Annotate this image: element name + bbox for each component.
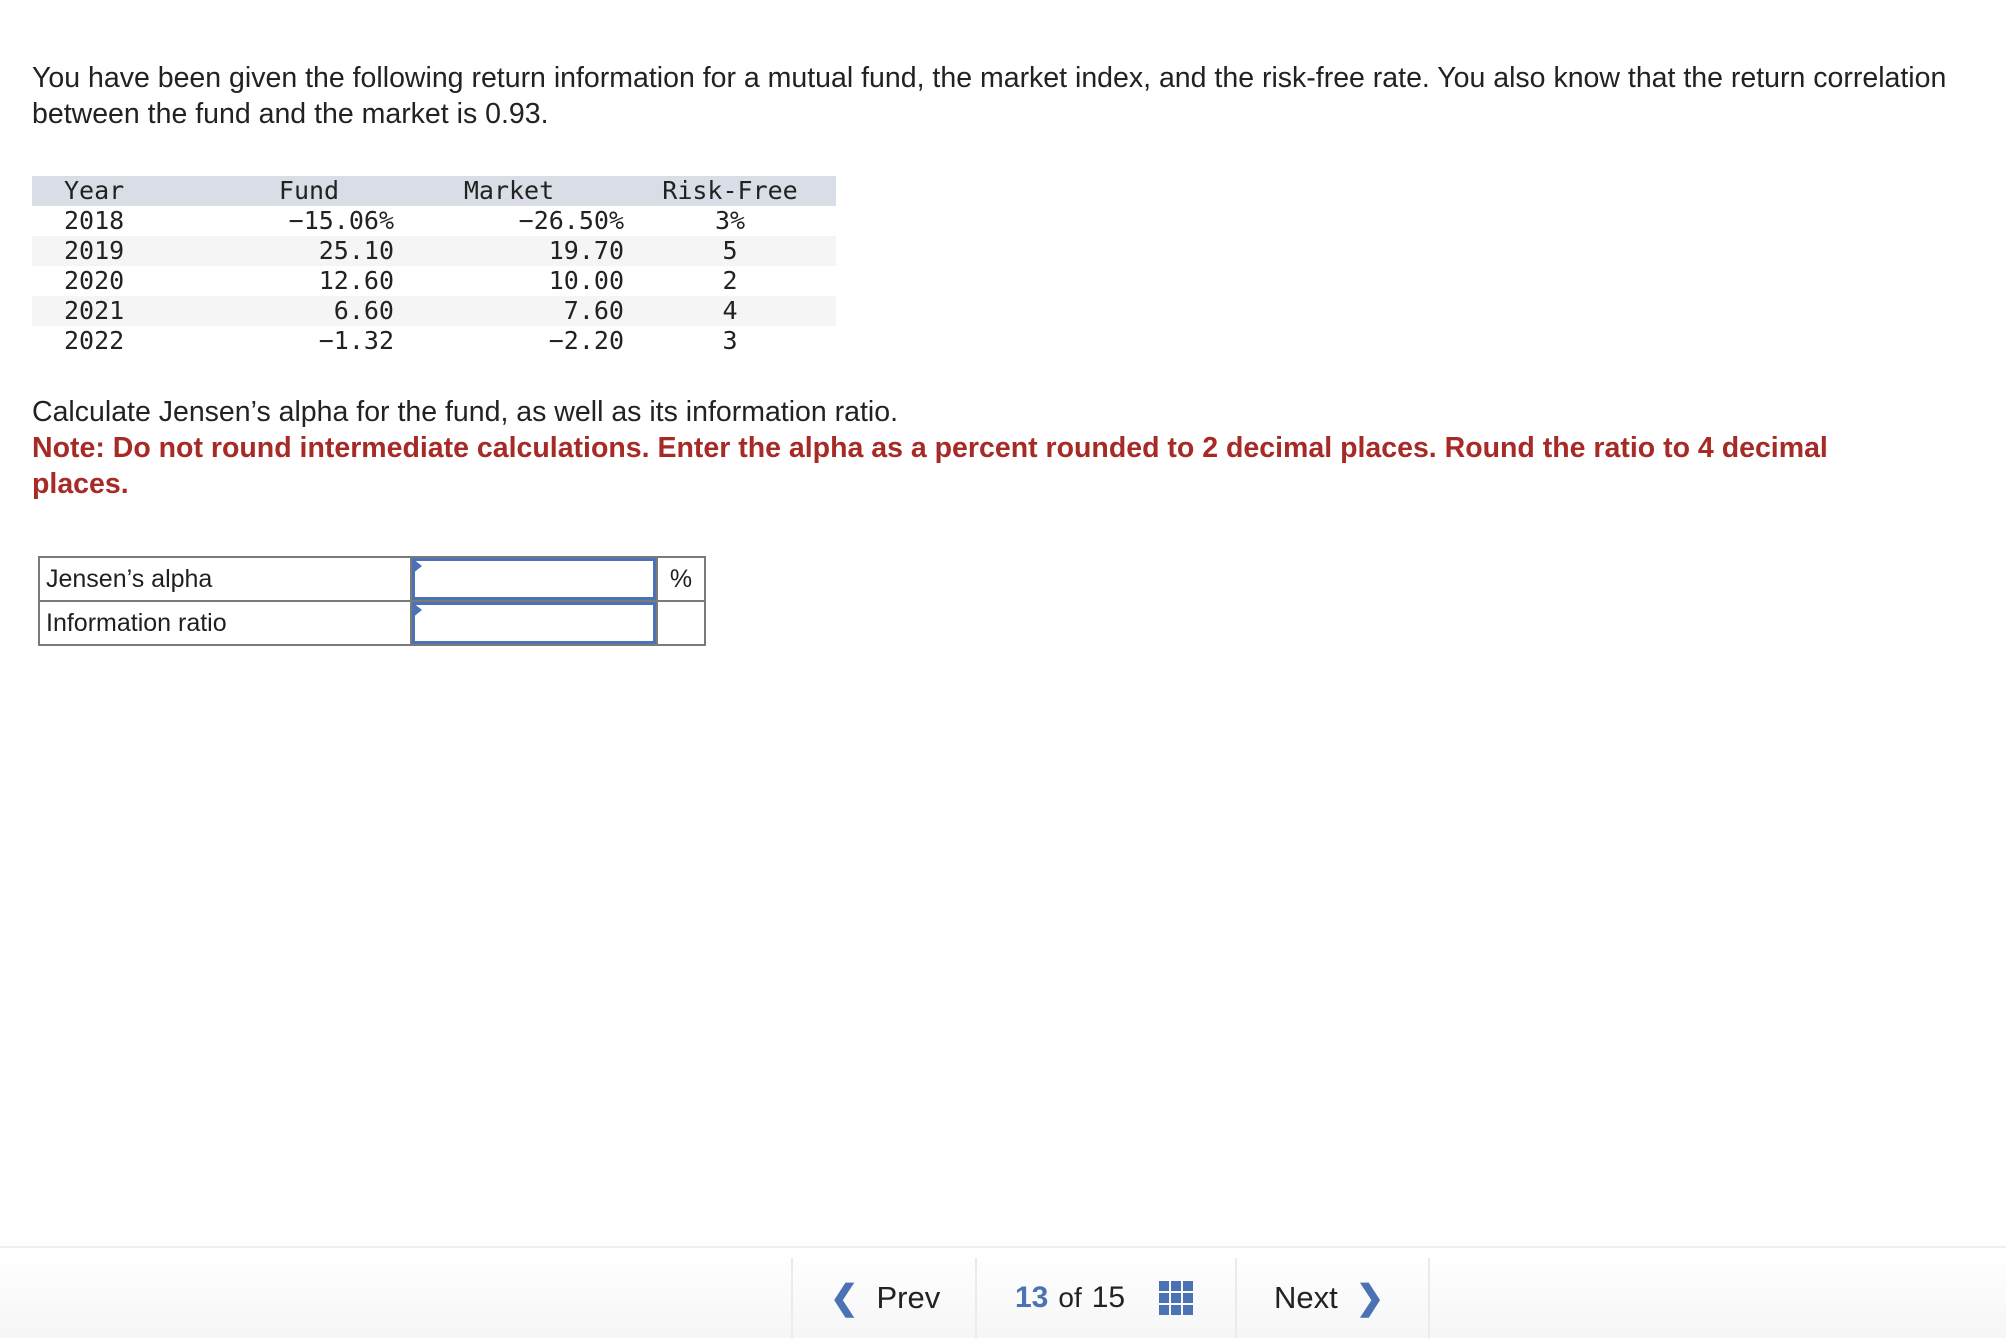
header-year: Year: [64, 176, 125, 205]
input-marker-icon: [412, 558, 422, 574]
cell-fund: −15.06%: [288, 206, 394, 235]
header-fund: Fund: [278, 176, 340, 205]
problem-intro: You have been given the following return…: [32, 62, 1947, 130]
cell-fund: 6.60: [333, 296, 394, 325]
answer-row-jensens-alpha: Jensen’s alpha %: [38, 556, 706, 602]
next-button[interactable]: Next ❯: [1274, 1278, 1384, 1318]
input-marker-icon: [412, 602, 422, 618]
nav-separator: [1428, 1258, 1430, 1338]
chevron-right-icon: ❯: [1355, 1279, 1385, 1317]
cell-risk-free: 4: [722, 296, 738, 325]
header-risk-free: Risk-Free: [662, 176, 798, 205]
table-row: 2022 −1.32 −2.20 3: [32, 326, 836, 356]
next-label: Next: [1274, 1280, 1338, 1315]
prev-nav: ❮ Prev: [830, 1258, 940, 1338]
cell-year: 2018: [64, 206, 125, 235]
cell-year: 2019: [64, 236, 125, 265]
chevron-left-icon: ❮: [830, 1279, 859, 1317]
cell-year: 2022: [64, 326, 125, 355]
question-text: Calculate Jensen’s alpha for the fund, a…: [32, 396, 899, 428]
question-grid-icon[interactable]: [1159, 1281, 1194, 1315]
question-block: Calculate Jensen’s alpha for the fund, a…: [32, 394, 1932, 502]
table-row: 2019 25.10 19.70 5: [32, 236, 836, 266]
answer-label: Information ratio: [38, 600, 412, 646]
total-pages: 15: [1091, 1281, 1126, 1314]
page-indicator: 13 of 15: [1015, 1258, 1194, 1338]
answer-cell: [410, 556, 658, 602]
cell-market: −26.50%: [518, 206, 624, 235]
answer-label: Jensen’s alpha: [38, 556, 412, 602]
current-page: 13: [1015, 1281, 1049, 1314]
cell-risk-free: 2: [722, 266, 738, 295]
cell-risk-free: 5: [722, 236, 738, 265]
cell-fund: 12.60: [318, 266, 394, 295]
jensens-alpha-input[interactable]: [412, 558, 656, 600]
prev-button[interactable]: ❮ Prev: [830, 1278, 940, 1318]
prev-label: Prev: [876, 1280, 941, 1315]
cell-market: 10.00: [548, 266, 624, 295]
nav-separator: [975, 1258, 977, 1338]
answer-unit: [656, 600, 706, 646]
table-row: 2021 6.60 7.60 4: [32, 296, 836, 326]
rounding-note: Note: Do not round intermediate calculat…: [32, 432, 1828, 500]
cell-market: 19.70: [548, 236, 624, 265]
cell-risk-free: 3: [722, 326, 738, 355]
table-row: 2020 12.60 10.00 2: [32, 266, 836, 296]
returns-table-header: Year Fund Market Risk-Free: [32, 176, 836, 206]
cell-risk-free: 3%: [714, 206, 746, 235]
cell-fund: 25.10: [318, 236, 394, 265]
answer-table: Jensen’s alpha % Information ratio: [38, 556, 706, 646]
information-ratio-input[interactable]: [412, 602, 656, 644]
nav-separator: [791, 1258, 793, 1338]
cell-market: −2.20: [548, 326, 624, 355]
page-of-label: of: [1058, 1282, 1082, 1313]
next-nav: Next ❯: [1274, 1258, 1384, 1338]
answer-cell: [410, 600, 658, 646]
answer-unit: %: [656, 556, 706, 602]
nav-separator: [1235, 1258, 1237, 1338]
footer-bar: [0, 1248, 2006, 1338]
header-market: Market: [463, 176, 555, 205]
cell-fund: −1.32: [318, 326, 394, 355]
cell-market: 7.60: [563, 296, 624, 325]
cell-year: 2020: [64, 266, 125, 295]
table-row: 2018 −15.06% −26.50% 3%: [32, 206, 836, 236]
cell-year: 2021: [64, 296, 125, 325]
returns-table: Year Fund Market Risk-Free 2018 −15.06% …: [32, 176, 836, 356]
answer-row-information-ratio: Information ratio: [38, 600, 706, 646]
